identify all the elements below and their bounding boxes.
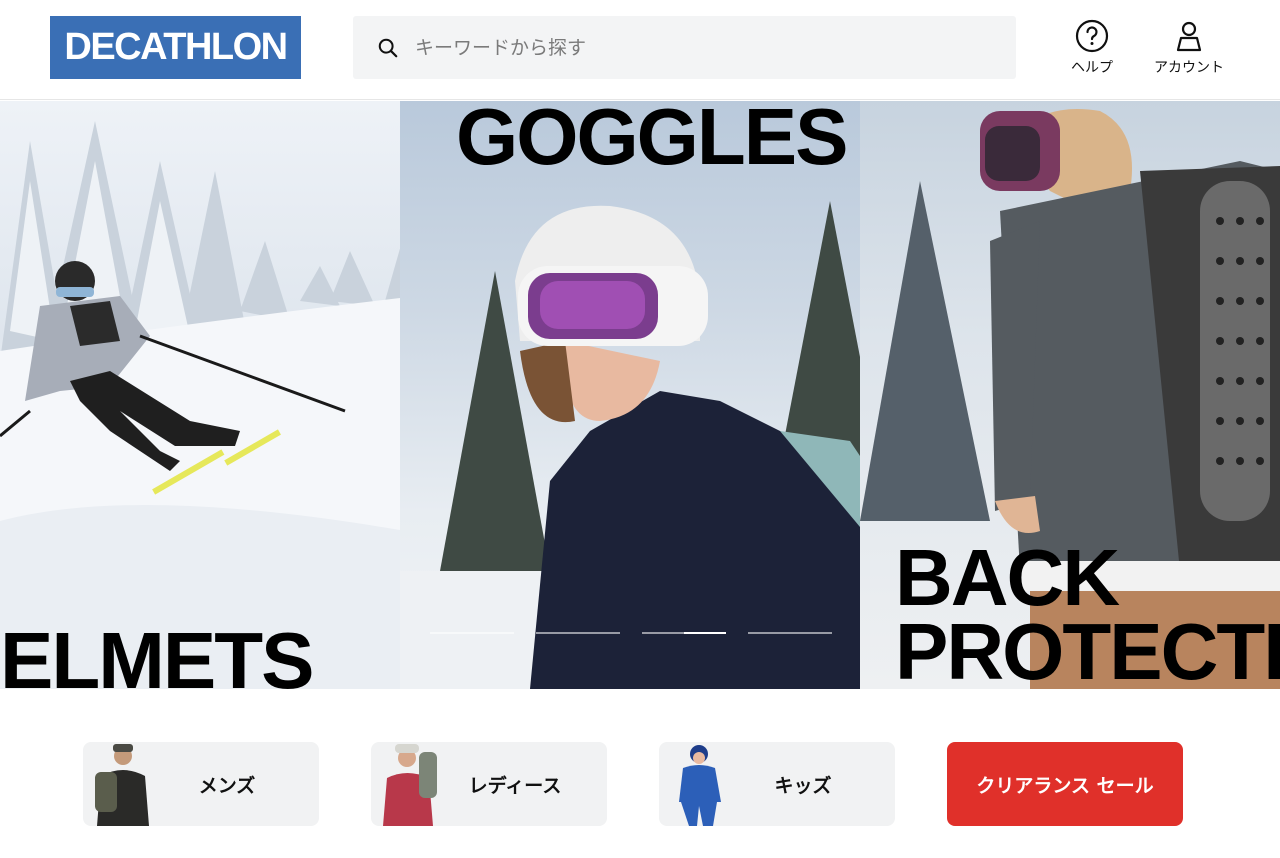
back-protection-heading: BACK PROTECTIC [895,533,1280,689]
carousel-dot-1[interactable] [430,632,514,634]
category-buttons: メンズ レディース キッズ クリアランス セール [0,742,1280,826]
back-heading-line1: BACK [895,533,1120,622]
clearance-sale-button[interactable]: クリアランス セール [947,742,1183,826]
carousel-dot-2[interactable] [536,632,620,634]
mens-label: メンズ [198,774,256,797]
kids-label: キッズ [774,774,832,797]
ladies-label: レディース [468,774,562,797]
ladies-thumbnail [383,744,437,826]
search-bar[interactable] [353,16,1016,79]
goggles-heading: GOGGLES [456,101,848,181]
help-icon [1075,19,1109,53]
goggles-image: GOGGLES [400,101,920,689]
logo-text: DECATHLON [64,26,288,68]
account-label: アカウント [1154,60,1224,76]
clearance-sale-label: クリアランス セール [976,774,1154,797]
hero-banner[interactable]: ELMETS GOGGLES BACK PROTECTI [0,101,1280,689]
mens-thumbnail [95,744,149,826]
helmets-heading: ELMETS [0,616,314,690]
skier-image: ELMETS [0,101,460,689]
ladies-category-button[interactable]: レディース [371,742,607,826]
carousel-indicators [430,632,840,636]
search-icon [378,38,398,57]
user-icon [1176,21,1202,52]
carousel-dot-3[interactable] [642,632,726,634]
carousel-dot-4[interactable] [748,632,832,634]
account-button[interactable]: アカウント [1144,18,1234,77]
help-label: ヘルプ [1071,60,1113,76]
mens-category-button[interactable]: メンズ [83,742,319,826]
search-input[interactable] [415,36,975,59]
help-button[interactable]: ヘルプ [1062,18,1122,77]
back-heading-line2: PROTECTIC [895,606,1280,689]
decathlon-logo[interactable]: DECATHLON [50,16,301,79]
site-header: DECATHLON ヘルプ アカウント [0,0,1280,100]
kids-category-button[interactable]: キッズ [659,742,895,826]
kids-thumbnail [679,745,721,826]
